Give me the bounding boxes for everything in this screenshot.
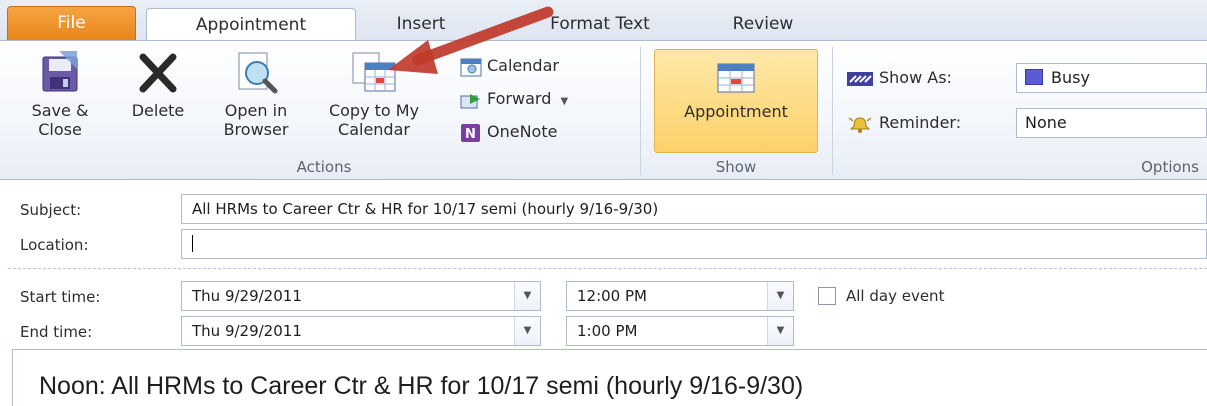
annotation-arrow [388,6,554,74]
